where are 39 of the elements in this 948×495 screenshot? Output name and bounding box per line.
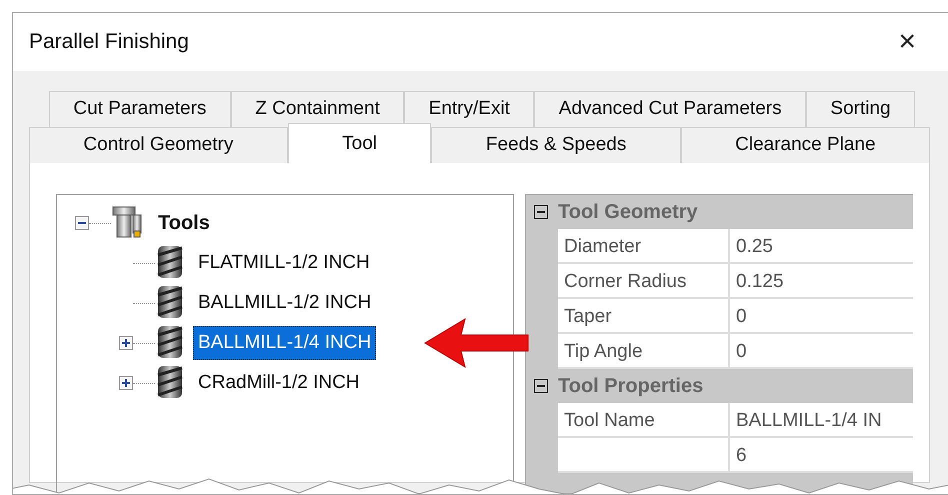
tab[interactable]: Tool xyxy=(288,123,432,163)
tree-item[interactable]: BALLMILL-1/4 INCH xyxy=(193,326,376,360)
tab[interactable]: Advanced Cut Parameters xyxy=(534,91,806,127)
tab[interactable]: Sorting xyxy=(806,91,916,127)
tab[interactable]: Z Containment xyxy=(230,91,404,127)
property-value[interactable]: 0 xyxy=(730,299,913,334)
tab[interactable]: Control Geometry xyxy=(29,127,288,163)
category-label: Tool Properties xyxy=(558,374,704,399)
expand-toggle[interactable] xyxy=(119,376,133,390)
collapse-toggle[interactable] xyxy=(534,205,548,219)
property-value[interactable]: BALLMILL-1/4 IN xyxy=(730,403,913,438)
tree-item[interactable]: FLATMILL-1/2 INCH xyxy=(193,246,375,280)
end-mill-icon xyxy=(155,325,185,361)
property-value[interactable]: 0 xyxy=(730,334,913,369)
property-name: Tip Angle xyxy=(558,334,730,369)
expand-toggle[interactable] xyxy=(119,336,133,350)
tree-item[interactable]: BALLMILL-1/2 INCH xyxy=(193,286,376,320)
tree-item[interactable]: Tools xyxy=(153,205,215,241)
property-value[interactable]: 6 xyxy=(730,438,913,473)
tab[interactable]: Feeds & Speeds xyxy=(431,127,681,163)
property-name: Corner Radius xyxy=(558,264,730,299)
property-value[interactable]: 0.25 xyxy=(730,229,913,264)
callout-arrow-icon xyxy=(424,318,528,368)
end-mill-icon xyxy=(155,365,185,401)
property-name: Taper xyxy=(558,299,730,334)
close-button[interactable]: × xyxy=(892,27,922,57)
end-mill-icon xyxy=(155,245,185,281)
collapse-toggle[interactable] xyxy=(534,379,548,393)
end-mill-icon xyxy=(155,285,185,321)
tab[interactable]: Entry/Exit xyxy=(404,91,534,127)
tab[interactable]: Clearance Plane xyxy=(680,127,930,163)
category-label: Tool Geometry xyxy=(558,200,698,225)
property-name: Diameter xyxy=(558,229,730,264)
tree-item[interactable]: CRadMill-1/2 INCH xyxy=(193,366,365,400)
property-name: Tool Name xyxy=(558,403,730,438)
collapse-toggle[interactable] xyxy=(75,216,89,230)
window-title: Parallel Finishing xyxy=(29,29,189,56)
property-value[interactable]: 0.125 xyxy=(730,264,913,299)
tab[interactable]: Cut Parameters xyxy=(49,91,231,127)
